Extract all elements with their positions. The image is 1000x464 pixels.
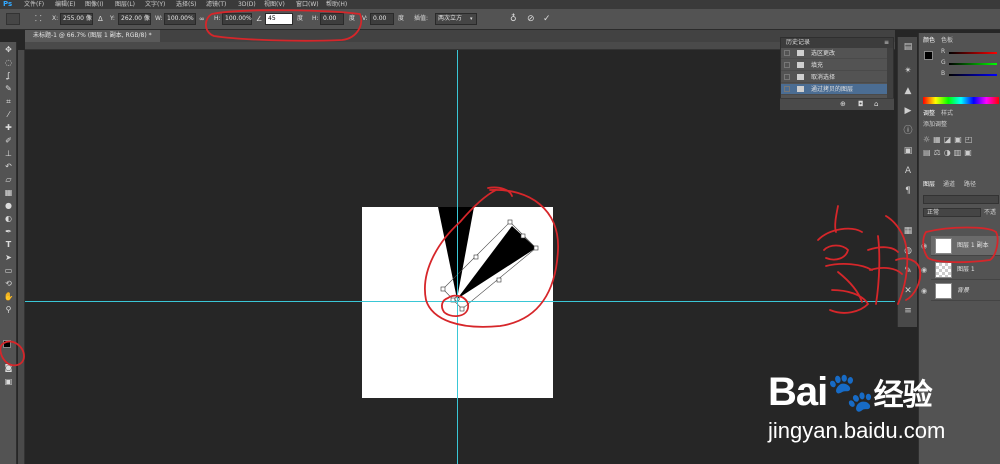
annotation-circle-options <box>204 9 363 42</box>
annotation-handwriting <box>817 205 922 314</box>
annotation-circle-artwork <box>424 186 559 328</box>
annotation-circle-colors <box>0 340 25 367</box>
watermark-brand: Bai🐾经验 <box>768 370 933 418</box>
watermark-jingyan: 经验 <box>873 379 933 412</box>
annotation-circle-layer <box>922 226 999 264</box>
paw-icon: 🐾 <box>827 372 874 414</box>
annotation-circle-pivot <box>441 294 469 317</box>
watermark-bai: Bai <box>768 370 828 414</box>
watermark-url: jingyan.baidu.com <box>768 418 946 443</box>
